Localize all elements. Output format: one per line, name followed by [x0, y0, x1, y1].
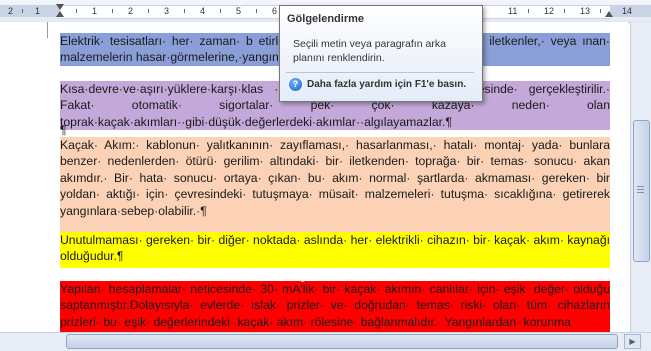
ruler-tick — [600, 9, 601, 13]
ruler-tick — [564, 9, 565, 13]
paragraph-4[interactable]: Unutulmaması· gereken· bir· diğer· nokta… — [60, 232, 610, 268]
ruler-number: 14 — [622, 6, 633, 16]
vertical-scrollbar-thumb[interactable] — [633, 120, 650, 262]
ruler-number: 6 — [272, 6, 278, 16]
help-icon: ? — [289, 78, 302, 91]
ruler-number: 13 — [580, 6, 591, 16]
ruler-tick — [148, 9, 149, 13]
scroll-grip — [637, 192, 644, 193]
empty-paragraph-mark[interactable]: ¶ — [60, 122, 610, 138]
ruler-tick — [528, 9, 529, 13]
first-line-indent-marker[interactable] — [56, 4, 64, 10]
tooltip-help-text: Daha fazla yardım için F1'e basın. — [307, 79, 467, 90]
ruler-number: 5 — [236, 6, 242, 16]
ruler-tick — [184, 9, 185, 13]
ruler-number: 1 — [92, 6, 98, 16]
ruler-tick — [76, 9, 77, 13]
ruler-number: 2 — [128, 6, 134, 16]
watermark: dunyaders.com — [270, 266, 394, 283]
ruler-number: 1 — [35, 6, 41, 16]
scroll-grip — [637, 186, 644, 187]
scroll-grip — [637, 189, 644, 190]
tooltip-title: Gölgelendirme — [287, 13, 365, 25]
tooltip-description: Seçili metin veya paragrafın arka planın… — [293, 38, 446, 64]
right-indent-marker[interactable] — [605, 11, 613, 17]
ruler-number: 4 — [200, 6, 206, 16]
scroll-right-arrow-icon[interactable]: ▶ — [624, 334, 641, 349]
ruler-tick — [220, 9, 221, 13]
hanging-indent-marker[interactable] — [56, 11, 64, 17]
ruler-number: 11 — [508, 6, 518, 16]
ruler-tick — [112, 9, 113, 13]
ruler-tick — [22, 9, 23, 13]
tooltip-separator — [286, 72, 474, 73]
ruler-tick — [256, 9, 257, 13]
shading-tooltip: Gölgelendirme Seçili metin veya paragraf… — [279, 5, 483, 102]
ruler-number: 3 — [164, 6, 170, 16]
horizontal-scrollbar-thumb[interactable] — [66, 334, 618, 349]
ruler-number: 12 — [544, 6, 555, 16]
ruler-number: 2 — [8, 6, 14, 16]
margin-corner-mark — [47, 22, 48, 38]
